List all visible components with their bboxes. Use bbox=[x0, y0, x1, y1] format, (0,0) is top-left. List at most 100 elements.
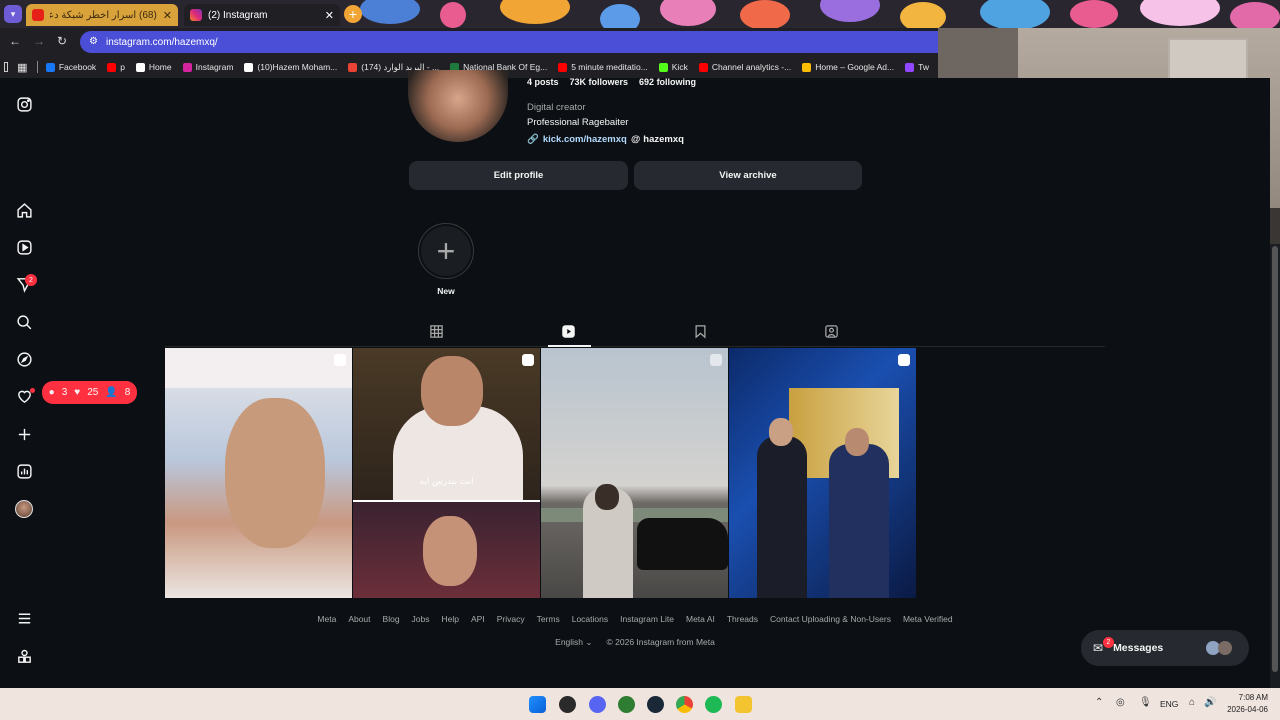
network-icon[interactable]: ◎ bbox=[1116, 697, 1125, 708]
messages-button[interactable]: ✉ Messages bbox=[1081, 630, 1249, 666]
forward-icon[interactable]: → bbox=[33, 34, 45, 48]
bookmark-item[interactable]: Kick bbox=[658, 62, 688, 72]
bookmark-item[interactable]: p bbox=[107, 62, 125, 72]
footer-links: Meta About Blog Jobs Help API Privacy Terms Loca… bbox=[0, 614, 1270, 624]
bookmark-icon bbox=[695, 325, 706, 339]
also-from-meta-icon[interactable] bbox=[15, 647, 33, 665]
bookmark-item[interactable]: Home bbox=[135, 62, 172, 72]
activity-popup[interactable]: ● 3 ♥ 25 👤 8 bbox=[42, 381, 137, 404]
tab-reels[interactable] bbox=[561, 324, 578, 341]
edit-profile-button[interactable]: Edit profile bbox=[409, 161, 628, 190]
footer-link[interactable]: Instagram Lite bbox=[620, 614, 674, 624]
address-bar[interactable]: ⚙ instagram.com/hazemxq/ bbox=[80, 31, 940, 53]
file-explorer-icon[interactable] bbox=[735, 696, 752, 713]
reel-post-2[interactable]: انت بتدرس ايه bbox=[353, 348, 540, 598]
close-icon[interactable]: ✕ bbox=[163, 9, 172, 22]
clock-time[interactable]: 7:08 AM bbox=[1230, 693, 1268, 702]
windows-start-icon[interactable] bbox=[529, 696, 546, 713]
reload-icon[interactable]: ↻ bbox=[57, 34, 67, 48]
reel-post-3[interactable] bbox=[541, 348, 728, 598]
bookmark-favicon-icon bbox=[802, 62, 812, 72]
messages-badge: 2 bbox=[1103, 637, 1114, 648]
language-select[interactable]: English ⌄ bbox=[555, 637, 592, 648]
view-archive-button[interactable]: View archive bbox=[634, 161, 862, 190]
threads-link[interactable]: @ hazemxq bbox=[631, 134, 684, 145]
bookmark-item[interactable]: (10)Hazem Moham... bbox=[244, 62, 337, 72]
tab-posts[interactable] bbox=[429, 324, 446, 341]
footer-link[interactable]: Meta AI bbox=[686, 614, 715, 624]
grid-icon bbox=[430, 325, 443, 338]
footer-link[interactable]: Threads bbox=[727, 614, 758, 624]
bookmark-item[interactable]: Facebook bbox=[45, 62, 97, 72]
footer-link[interactable]: Contact Uploading & Non-Users bbox=[770, 614, 891, 624]
footer-link[interactable]: Terms bbox=[537, 614, 560, 624]
bookmark-label: Kick bbox=[671, 62, 688, 72]
tray-overflow-icon[interactable]: ⌃ bbox=[1095, 697, 1103, 708]
bookmark-favicon-icon bbox=[558, 62, 568, 72]
clock-date[interactable]: 2026-04-06 bbox=[1222, 705, 1268, 714]
close-icon[interactable]: ✕ bbox=[325, 9, 334, 22]
footer-link[interactable]: About bbox=[348, 614, 370, 624]
footer-link[interactable]: Meta Verified bbox=[903, 614, 953, 624]
footer-link[interactable]: Jobs bbox=[412, 614, 430, 624]
bookmark-item[interactable]: Instagram bbox=[182, 62, 233, 72]
volume-icon[interactable]: 🔊 bbox=[1204, 697, 1216, 708]
bookmark-item[interactable]: Home – Google Ad... bbox=[802, 62, 894, 72]
create-icon[interactable] bbox=[15, 425, 33, 443]
tab-saved[interactable] bbox=[693, 324, 710, 341]
apps-grid-icon[interactable]: ▦ bbox=[17, 61, 27, 74]
tab-search-button[interactable]: ▾ bbox=[4, 5, 22, 23]
spotify-icon[interactable] bbox=[705, 696, 722, 713]
browser-tab-youtube[interactable]: (68) أسرار أخطر شبكة دعارة بن ✕ bbox=[26, 4, 178, 26]
obs-icon[interactable] bbox=[559, 696, 576, 713]
copyright-text: © 2026 Instagram from Meta bbox=[606, 637, 715, 647]
footer-link[interactable]: Blog bbox=[383, 614, 400, 624]
footer-link[interactable]: API bbox=[471, 614, 485, 624]
browser-tab-instagram[interactable]: (2) Instagram ✕ bbox=[184, 4, 340, 26]
bookmark-item[interactable]: 5 minute meditatio... bbox=[558, 62, 648, 72]
bookmark-item[interactable]: Tw bbox=[905, 62, 929, 72]
followers-count[interactable]: 73K followers bbox=[570, 77, 629, 87]
taskbar bbox=[0, 688, 1280, 720]
instagram-logo-icon[interactable] bbox=[15, 95, 33, 113]
wifi-icon[interactable]: ⌂ bbox=[1189, 697, 1195, 708]
search-icon[interactable] bbox=[15, 313, 33, 331]
footer-link[interactable]: Help bbox=[442, 614, 459, 624]
reel-post-4[interactable] bbox=[729, 348, 916, 598]
new-highlight-button[interactable]: + bbox=[418, 223, 474, 279]
chrome-icon[interactable] bbox=[676, 696, 693, 713]
microphone-icon[interactable]: 🎙 bbox=[1139, 697, 1152, 708]
reel-icon bbox=[334, 354, 346, 366]
scrollbar-thumb[interactable] bbox=[1272, 246, 1278, 672]
footer-link[interactable]: Meta bbox=[317, 614, 336, 624]
dashboard-icon[interactable] bbox=[15, 462, 33, 480]
bookmark-favicon-icon bbox=[658, 62, 668, 72]
footer-link[interactable]: Locations bbox=[572, 614, 608, 624]
following-count[interactable]: 692 following bbox=[639, 77, 696, 87]
reels-icon[interactable] bbox=[15, 238, 33, 256]
tab-tagged[interactable] bbox=[824, 324, 841, 341]
discord-icon[interactable] bbox=[589, 696, 606, 713]
reel-icon bbox=[710, 354, 722, 366]
back-icon[interactable]: ← bbox=[9, 34, 21, 48]
bookmark-favicon-icon bbox=[905, 62, 915, 72]
profile-link[interactable]: 🔗 kick.com/hazemxq bbox=[527, 134, 627, 145]
avatar bbox=[1218, 641, 1232, 655]
site-settings-icon[interactable]: ⚙ bbox=[89, 36, 98, 47]
bookmark-item[interactable]: Channel analytics -... bbox=[698, 62, 791, 72]
explore-icon[interactable] bbox=[15, 350, 33, 368]
profile-stats: 4 posts 73K followers 692 following bbox=[527, 77, 696, 87]
input-language[interactable]: ENG bbox=[1160, 699, 1178, 709]
reel-post-1[interactable] bbox=[165, 348, 352, 598]
comment-count: 3 bbox=[61, 387, 68, 398]
steam-icon[interactable] bbox=[647, 696, 664, 713]
bookmark-label: Facebook bbox=[58, 62, 97, 72]
notification-badge: 2 bbox=[25, 274, 37, 286]
profile-avatar-icon[interactable] bbox=[15, 500, 33, 518]
xbox-icon[interactable] bbox=[618, 696, 635, 713]
home-icon[interactable] bbox=[15, 201, 33, 219]
footer-link[interactable]: Privacy bbox=[497, 614, 525, 624]
comment-icon: ● bbox=[48, 387, 55, 398]
page-icon[interactable] bbox=[4, 62, 9, 72]
new-tab-button[interactable]: + bbox=[344, 5, 362, 23]
